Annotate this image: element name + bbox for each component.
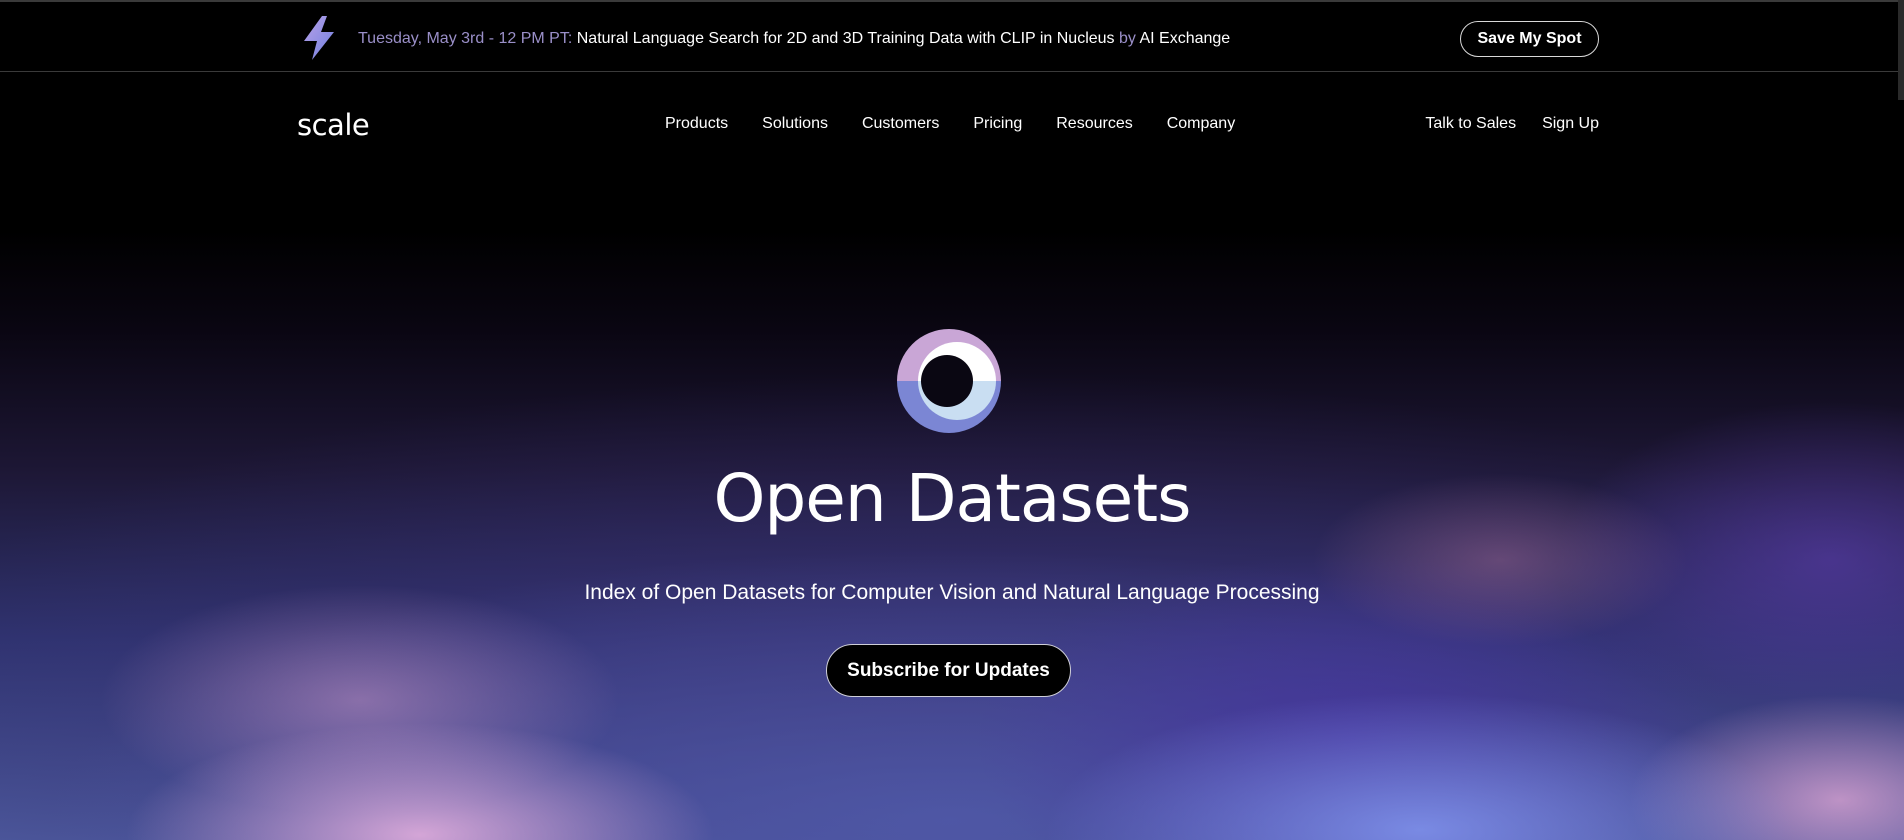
nav-customers[interactable]: Customers [862,115,939,133]
nav-solutions[interactable]: Solutions [762,115,828,133]
main-nav: scale Products Solutions Customers Prici… [0,72,1904,176]
page-title: Open Datasets [713,460,1191,537]
announcement-text[interactable]: Tuesday, May 3rd - 12 PM PT: Natural Lan… [358,29,1230,49]
subscribe-button[interactable]: Subscribe for Updates [826,644,1071,697]
save-my-spot-button[interactable]: Save My Spot [1460,21,1599,57]
page: Tuesday, May 3rd - 12 PM PT: Natural Lan… [0,0,1904,840]
scrollbar[interactable] [1898,0,1904,100]
nav-actions: Talk to Sales Sign Up [1425,115,1599,133]
lightning-bolt-icon [304,16,334,60]
announcement-org: AI Exchange [1139,30,1231,47]
scale-logo[interactable]: scale [297,108,370,142]
open-datasets-ring-icon [897,329,1001,433]
announcement-title: Natural Language Search for 2D and 3D Tr… [576,30,1115,47]
announcement-date: Tuesday, May 3rd - 12 PM PT: [358,30,573,47]
announcement-by: by [1119,30,1136,47]
nav-resources[interactable]: Resources [1056,115,1132,133]
nav-links: Products Solutions Customers Pricing Res… [665,115,1235,133]
announcement-bar: Tuesday, May 3rd - 12 PM PT: Natural Lan… [0,0,1904,72]
page-subtitle: Index of Open Datasets for Computer Visi… [584,581,1320,604]
nav-products[interactable]: Products [665,115,728,133]
sign-up-link[interactable]: Sign Up [1542,115,1599,133]
nav-pricing[interactable]: Pricing [973,115,1022,133]
nav-company[interactable]: Company [1167,115,1235,133]
talk-to-sales-link[interactable]: Talk to Sales [1425,115,1516,133]
